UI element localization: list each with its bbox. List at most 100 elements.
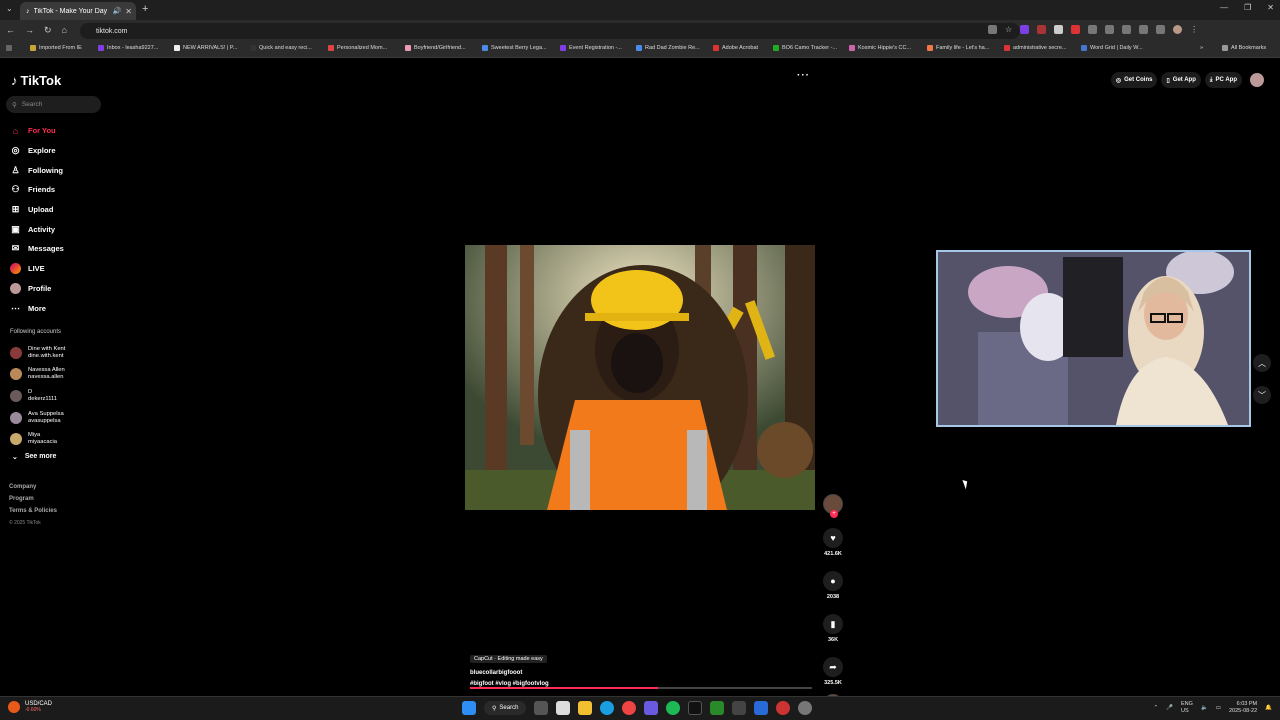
speaker-icon[interactable]: 🔊 (113, 7, 122, 15)
task-view-icon[interactable] (534, 701, 549, 715)
nav-item-profile[interactable]: Profile (10, 279, 64, 299)
bookmark-item[interactable]: Family life - Let's ha... (927, 45, 989, 51)
close-tab-icon[interactable]: ✕ (125, 7, 132, 16)
volume-icon[interactable]: 🔈 (1201, 705, 1208, 711)
maximize-icon[interactable]: ❐ (1244, 3, 1251, 12)
see-more-button[interactable]: ⌄ See more (12, 453, 56, 461)
avatar[interactable] (1250, 73, 1264, 87)
app-icon[interactable] (754, 701, 769, 715)
bookmark-item[interactable]: Inbox - leasha9227... (98, 45, 158, 51)
browser-tab[interactable]: ♪ TikTok - Make Your Day 🔊 ✕ (20, 2, 136, 20)
edge-icon[interactable] (600, 701, 615, 715)
language-indicator[interactable]: ENG US (1181, 701, 1193, 715)
home-icon[interactable]: ⌂ (62, 25, 67, 36)
more-bookmarks-icon[interactable]: » (1200, 45, 1203, 51)
back-icon[interactable]: ← (6, 25, 15, 36)
video-player[interactable] (465, 245, 815, 510)
chrome-icon[interactable] (622, 701, 637, 715)
get-coins-button[interactable]: ◎ Get Coins (1110, 72, 1158, 88)
calendar-app-icon[interactable] (556, 701, 571, 715)
notification-bell-icon[interactable]: 🔔 (1265, 705, 1272, 711)
following-account-item[interactable]: Navessa Allen navessa.allen (10, 364, 65, 386)
video-progress-bar[interactable] (470, 687, 812, 689)
chevron-up-icon[interactable]: ⌃ (1154, 705, 1159, 711)
bookmark-item[interactable]: Rad Dad Zombie Re... (636, 45, 700, 51)
clock[interactable]: 6:03 PM 2025-08-22 (1229, 701, 1257, 715)
bookmark-item[interactable]: Event Registration -... (560, 45, 622, 51)
pc-app-button[interactable]: ⤓ PC App (1204, 72, 1242, 88)
new-tab-icon[interactable]: + (142, 3, 148, 15)
like-button[interactable]: ♥ (823, 528, 843, 548)
stock-widget[interactable]: USD/CAD -0.60% (8, 701, 52, 713)
extension-icon[interactable] (1071, 25, 1081, 34)
get-app-button[interactable]: ▯ Get App (1161, 72, 1201, 88)
bookmark-item[interactable]: Sweetest Berry Lega... (482, 45, 547, 51)
bookmark-item[interactable]: Boyfriend/Girlfriend... (405, 45, 466, 51)
capcut-badge[interactable]: CapCut · Editing made easy (470, 655, 547, 663)
all-bookmarks-button[interactable]: All Bookmarks (1222, 45, 1266, 51)
bookmark-item[interactable]: BO6 Camo Tracker -... (773, 45, 837, 51)
share-button[interactable]: ➦ (823, 657, 843, 677)
more-options-icon[interactable]: ··· (797, 70, 810, 81)
footer-link-terms[interactable]: Terms & Policies (9, 505, 57, 517)
bookmark-item[interactable]: Personalized Mom... (328, 45, 387, 51)
following-account-item[interactable]: Dine with Kent dine.with.kent (10, 342, 65, 364)
network-icon[interactable]: ▭ (1216, 705, 1221, 711)
bookmark-item[interactable]: Imported From IE (30, 45, 82, 51)
reload-icon[interactable]: ↻ (44, 25, 52, 36)
file-explorer-icon[interactable] (578, 701, 593, 715)
footer-link-program[interactable]: Program (9, 493, 57, 505)
nav-item-explore[interactable]: ◎ Explore (10, 141, 64, 161)
nav-item-upload[interactable]: ⊞ Upload (10, 200, 64, 220)
extension-icon[interactable] (1139, 25, 1149, 34)
star-icon[interactable]: ☆ (1005, 25, 1012, 34)
app-icon[interactable] (776, 701, 791, 715)
extension-icon[interactable] (1037, 25, 1047, 34)
extension-icon[interactable] (1020, 25, 1030, 34)
nav-item-activity[interactable]: ▣ Activity (10, 219, 64, 239)
settings-icon[interactable] (798, 701, 813, 715)
minimize-icon[interactable]: — (1220, 3, 1228, 12)
microphone-icon[interactable]: 🎤 (1166, 705, 1173, 711)
follow-plus-icon[interactable]: + (830, 510, 838, 518)
nav-item-messages[interactable]: ✉ Messages (10, 239, 64, 259)
extension-icon[interactable] (1105, 25, 1115, 34)
windows-start-icon[interactable] (462, 701, 476, 715)
xbox-icon[interactable] (710, 701, 725, 715)
chevron-up-icon[interactable]: ︿ (1253, 354, 1271, 372)
save-button[interactable]: ▮ (823, 614, 843, 634)
bookmark-item[interactable]: administrative secre... (1004, 45, 1067, 51)
app-icon[interactable] (732, 701, 747, 715)
author-name[interactable]: bluecollarbigfooot (470, 670, 815, 676)
apps-icon[interactable] (6, 45, 12, 51)
discord-icon[interactable] (644, 701, 659, 715)
address-input[interactable]: tiktok.com (80, 23, 1020, 39)
bookmark-item[interactable]: Word Grid | Daily W... (1081, 45, 1143, 51)
extension-icon[interactable] (1054, 25, 1064, 34)
bookmark-item[interactable]: Adobe Acrobat (713, 45, 758, 51)
chevron-down-icon[interactable]: ﹀ (1253, 386, 1271, 404)
following-account-item[interactable]: Ava Suppelsa avasuppelsa (10, 407, 65, 429)
footer-link-company[interactable]: Company (9, 481, 57, 493)
forward-icon[interactable]: → (25, 25, 34, 36)
tiktok-logo[interactable]: ♪ TikTok (11, 73, 61, 88)
menu-icon[interactable]: ⋮ (1190, 25, 1198, 34)
nav-item-more[interactable]: ⋯ More (10, 298, 64, 318)
comment-button[interactable]: ● (823, 571, 843, 591)
extension-icon[interactable] (988, 25, 997, 34)
bookmark-item[interactable]: NEW ARRIVALS! | P... (174, 45, 237, 51)
search-input[interactable]: ⚲ Search (6, 96, 101, 113)
bookmark-item[interactable]: Quick and easy reci... (250, 45, 312, 51)
download-icon[interactable] (1156, 25, 1166, 34)
following-account-item[interactable]: Ddekerz1111 (10, 385, 65, 407)
taskbar-search[interactable]: ⚲ Search (484, 701, 527, 715)
profile-avatar-icon[interactable] (1173, 25, 1183, 34)
nav-item-for-you[interactable]: ⌂ For You (10, 121, 64, 141)
creator-avatar[interactable]: + (823, 494, 843, 518)
close-window-icon[interactable]: ✕ (1267, 3, 1274, 12)
following-account-item[interactable]: Miya miyaacacia (10, 428, 65, 450)
nav-item-following[interactable]: ♙ Following (10, 160, 64, 180)
extension-icon[interactable] (1088, 25, 1098, 34)
bookmark-item[interactable]: Kosmic Hippie's CC... (849, 45, 911, 51)
nav-item-friends[interactable]: ⚇ Friends (10, 180, 64, 200)
